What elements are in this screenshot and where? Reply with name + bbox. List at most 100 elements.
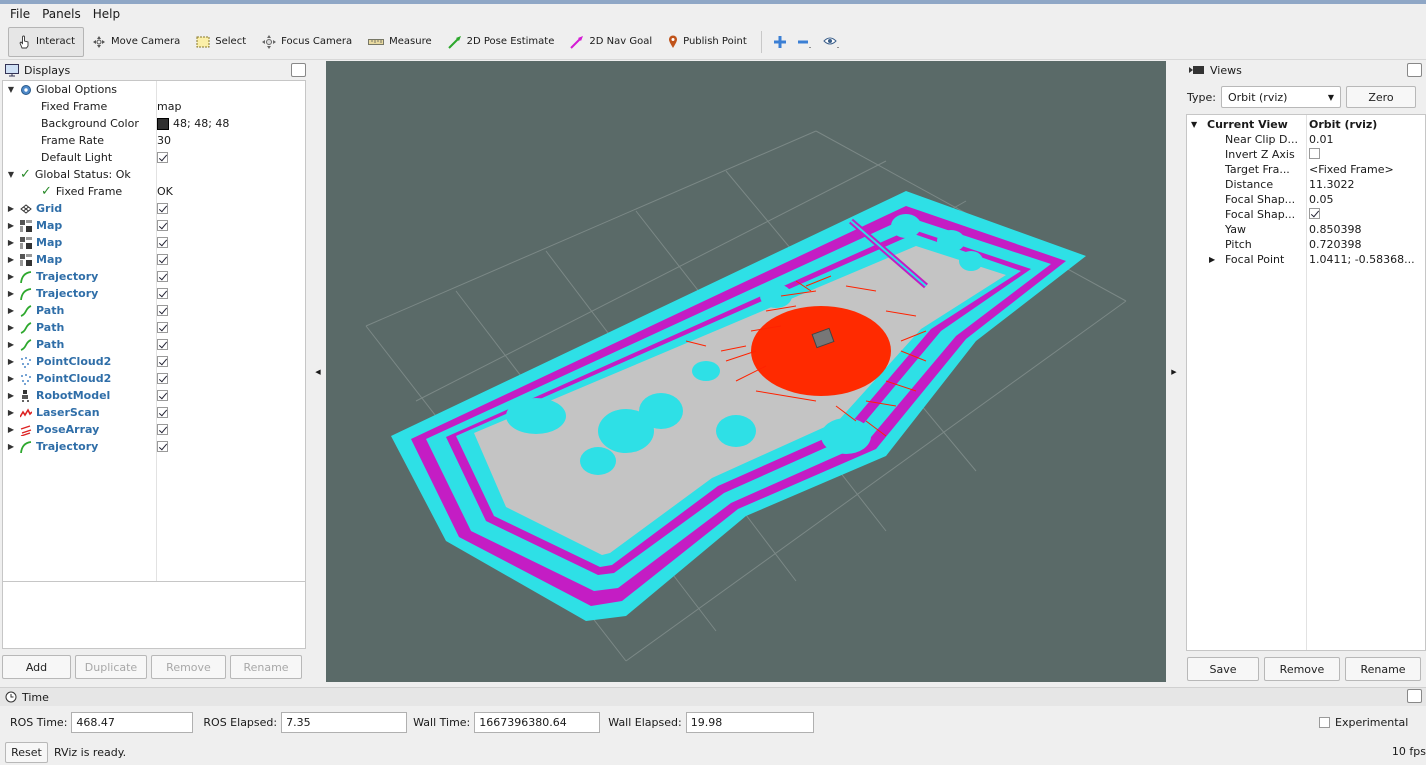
ros-time-field[interactable]: 468.47 — [71, 711, 194, 733]
collapse-arrow-icon[interactable]: ▶ — [6, 221, 16, 230]
display-item-row[interactable]: ▶ PointCloud2 — [3, 353, 305, 370]
display-item-row[interactable]: ▶ RobotModel — [3, 387, 305, 404]
display-item-row[interactable]: ▶ Trajectory — [3, 438, 305, 455]
select-tool-button[interactable]: Select — [188, 27, 254, 57]
frame-rate-row[interactable]: Frame Rate 30 — [3, 132, 305, 149]
focus-camera-button[interactable]: Focus Camera — [254, 27, 360, 57]
view-property-row[interactable]: Focal Shap... 0.05 — [1187, 192, 1425, 207]
rename-view-button[interactable]: Rename — [1345, 657, 1421, 681]
display-item-value[interactable] — [157, 288, 168, 299]
expand-arrow-icon[interactable]: ▼ — [6, 170, 16, 179]
display-item-value[interactable] — [157, 390, 168, 401]
invert-z-checkbox[interactable] — [1309, 147, 1320, 159]
view-property-row[interactable]: Near Clip D... 0.01 — [1187, 132, 1425, 147]
add-button[interactable]: Add — [2, 655, 71, 679]
ros-elapsed-field[interactable]: 7.35 — [281, 711, 408, 733]
focal-shape-fixed-checkbox[interactable] — [1309, 207, 1320, 219]
display-item-row[interactable]: ▶ Grid — [3, 200, 305, 217]
collapse-arrow-icon[interactable]: ▶ — [6, 391, 16, 400]
display-item-enabled-checkbox[interactable] — [157, 220, 168, 231]
view-property-row[interactable]: Pitch 0.720398 — [1187, 237, 1425, 252]
display-item-value[interactable] — [157, 237, 168, 248]
zero-button[interactable]: Zero — [1345, 86, 1416, 108]
display-item-enabled-checkbox[interactable] — [157, 390, 168, 401]
collapse-arrow-icon[interactable]: ▶ — [6, 272, 16, 281]
displays-float-button[interactable] — [291, 63, 306, 77]
display-item-row[interactable]: ▶ Map — [3, 251, 305, 268]
right-panel-collapse-handle[interactable]: ▶ — [1167, 61, 1181, 682]
view-property-row[interactable]: Yaw 0.850398 — [1187, 222, 1425, 237]
reset-button[interactable]: Reset — [5, 741, 48, 763]
display-item-enabled-checkbox[interactable] — [157, 288, 168, 299]
pose-estimate-button[interactable]: 2D Pose Estimate — [440, 27, 563, 57]
expand-arrow-icon[interactable]: ▼ — [1191, 120, 1197, 129]
invert-z-checkbox-cell[interactable] — [1309, 147, 1320, 162]
view-property-row[interactable]: Target Fra... <Fixed Frame> — [1187, 162, 1425, 177]
display-item-enabled-checkbox[interactable] — [157, 254, 168, 265]
display-item-enabled-checkbox[interactable] — [157, 237, 168, 248]
display-item-enabled-checkbox[interactable] — [157, 407, 168, 418]
view-property-row[interactable]: ▶ Focal Point 1.0411; -0.58368... — [1187, 252, 1425, 267]
frame-rate-value[interactable]: 30 — [157, 134, 171, 147]
display-item-row[interactable]: ▶ Path — [3, 319, 305, 336]
collapse-arrow-icon[interactable]: ▶ — [6, 323, 16, 332]
display-item-value[interactable] — [157, 271, 168, 282]
time-float-button[interactable] — [1407, 689, 1422, 703]
current-view-row[interactable]: ▼ Current View Orbit (rviz) — [1187, 117, 1425, 132]
global-options-row[interactable]: ▼ Global Options — [3, 81, 305, 98]
collapse-arrow-icon[interactable]: ▶ — [6, 408, 16, 417]
collapse-arrow-icon[interactable]: ▶ — [6, 340, 16, 349]
display-item-enabled-checkbox[interactable] — [157, 305, 168, 316]
visibility-tool-button[interactable] — [818, 27, 846, 57]
default-light-row[interactable]: Default Light — [3, 149, 305, 166]
view-property-value[interactable]: 0.850398 — [1309, 223, 1362, 236]
remove-display-button[interactable]: Remove — [151, 655, 226, 679]
experimental-checkbox[interactable] — [1319, 716, 1330, 728]
scene-render[interactable] — [326, 61, 1166, 682]
collapse-arrow-icon[interactable]: ▶ — [6, 238, 16, 247]
display-item-value[interactable] — [157, 356, 168, 367]
display-item-enabled-checkbox[interactable] — [157, 356, 168, 367]
experimental-toggle[interactable]: Experimental — [1319, 716, 1408, 729]
view-property-value[interactable]: 0.05 — [1309, 193, 1334, 206]
background-color-row[interactable]: Background Color 48; 48; 48 — [3, 115, 305, 132]
3d-viewport[interactable] — [326, 61, 1166, 682]
fixed-frame-row[interactable]: Fixed Frame map — [3, 98, 305, 115]
view-property-value[interactable]: 1.0411; -0.58368... — [1309, 253, 1415, 266]
expand-arrow-icon[interactable]: ▼ — [6, 85, 16, 94]
display-item-value[interactable] — [157, 441, 168, 452]
view-property-value[interactable]: 11.3022 — [1309, 178, 1355, 191]
collapse-arrow-icon[interactable]: ▶ — [6, 204, 16, 213]
display-item-row[interactable]: ▶ Map — [3, 217, 305, 234]
remove-view-button[interactable]: Remove — [1264, 657, 1340, 681]
add-tool-button[interactable] — [768, 27, 792, 57]
collapse-arrow-icon[interactable]: ▶ — [6, 442, 16, 451]
nav-goal-button[interactable]: 2D Nav Goal — [562, 27, 660, 57]
remove-tool-button[interactable] — [792, 27, 818, 57]
collapse-arrow-icon[interactable]: ▶ — [6, 306, 16, 315]
display-item-row[interactable]: ▶ LaserScan — [3, 404, 305, 421]
publish-point-button[interactable]: Publish Point — [660, 27, 755, 57]
display-item-enabled-checkbox[interactable] — [157, 373, 168, 384]
color-swatch[interactable] — [157, 117, 169, 130]
display-item-row[interactable]: ▶ Path — [3, 302, 305, 319]
display-item-value[interactable] — [157, 407, 168, 418]
view-property-value[interactable]: <Fixed Frame> — [1309, 163, 1394, 176]
duplicate-button[interactable]: Duplicate — [75, 655, 147, 679]
view-property-row[interactable]: Invert Z Axis — [1187, 147, 1425, 162]
display-item-value[interactable] — [157, 220, 168, 231]
display-item-value[interactable] — [157, 339, 168, 350]
display-item-row[interactable]: ▶ Trajectory — [3, 268, 305, 285]
wall-elapsed-field[interactable]: 19.98 — [685, 711, 814, 733]
left-panel-collapse-handle[interactable]: ◀ — [311, 61, 325, 682]
wall-time-field[interactable]: 1667396380.64 — [474, 711, 601, 733]
views-float-button[interactable] — [1407, 63, 1422, 77]
global-status-row[interactable]: ▼ ✓ Global Status: Ok — [3, 166, 305, 183]
view-property-row[interactable]: Focal Shap... — [1187, 207, 1425, 222]
save-view-button[interactable]: Save — [1187, 657, 1259, 681]
display-item-enabled-checkbox[interactable] — [157, 441, 168, 452]
display-item-enabled-checkbox[interactable] — [157, 203, 168, 214]
collapse-arrow-icon[interactable]: ▶ — [6, 374, 16, 383]
menu-panels[interactable]: Panels — [36, 7, 87, 21]
default-light-value[interactable] — [157, 152, 168, 163]
